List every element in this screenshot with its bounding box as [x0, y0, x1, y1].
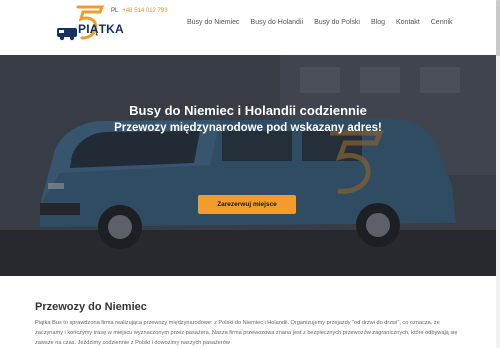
- phone-number[interactable]: +48 514 012 793: [122, 8, 167, 14]
- phone-prefix: PL: [111, 8, 119, 14]
- hero-banner: Busy do Niemiec i Holandii codziennie Pr…: [0, 55, 496, 276]
- nav-busy-do-niemiec[interactable]: Busy do Niemiec: [187, 18, 240, 32]
- nav-busy-do-polski[interactable]: Busy do Polski: [314, 18, 360, 32]
- main-nav: Busy do Niemiec Busy do Holandii Busy do…: [187, 18, 453, 32]
- section-paragraph: Piątka Bus to sprawdzona firma realizują…: [35, 320, 458, 346]
- scrollbar-thumb[interactable]: [496, 0, 500, 56]
- hero-overlay: [0, 55, 496, 276]
- nav-busy-do-holandii[interactable]: Busy do Holandii: [251, 18, 304, 32]
- nav-cennik[interactable]: Cennik: [431, 18, 453, 32]
- brand-name[interactable]: PIĄTKA: [78, 22, 124, 36]
- hero-title: Busy do Niemiec i Holandii codziennie: [129, 103, 367, 118]
- header-phone[interactable]: PL +48 514 012 793: [111, 8, 168, 14]
- site-header: PL +48 514 012 793 PIĄTKA Busy do Niemiec…: [0, 0, 496, 52]
- section-title: Przewozy do Niemiec: [35, 301, 147, 313]
- nav-blog[interactable]: Blog: [371, 18, 385, 32]
- hero-subtitle: Przewozy międzynarodowe pod wskazany adr…: [114, 122, 382, 134]
- scrollbar[interactable]: [496, 0, 500, 348]
- nav-kontakt[interactable]: Kontakt: [396, 18, 420, 32]
- reserve-seat-button[interactable]: Zarezerwuj miejsce: [198, 195, 296, 214]
